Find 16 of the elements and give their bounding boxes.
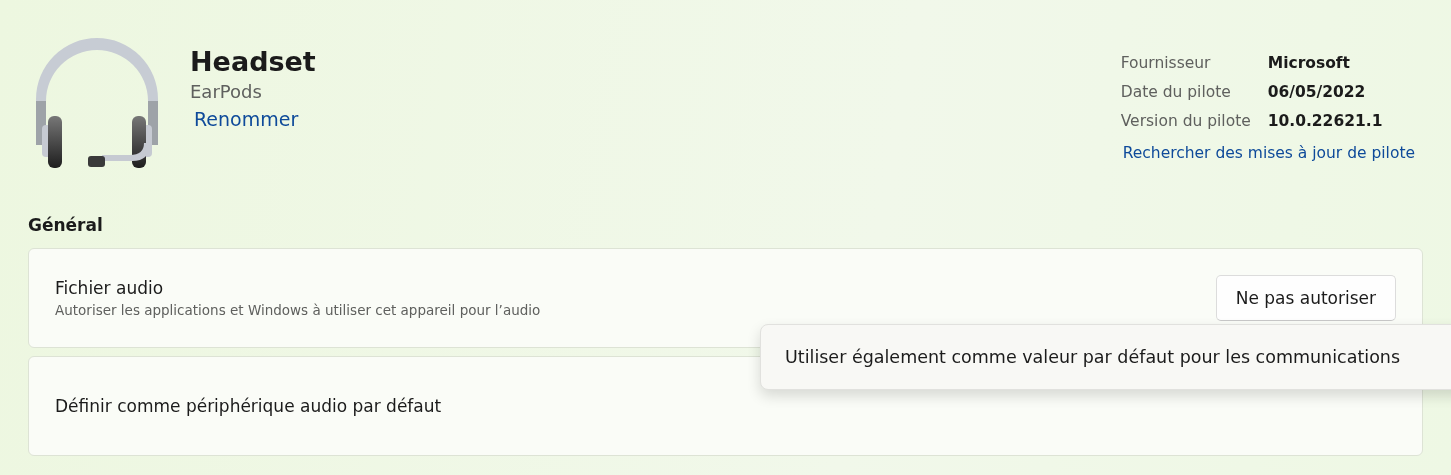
info-value: 10.0.22621.1	[1267, 111, 1384, 132]
device-name: Headset	[190, 45, 316, 79]
info-label: Date du pilote	[1120, 82, 1232, 103]
info-label: Version du pilote	[1120, 111, 1252, 132]
setting-title: Définir comme périphérique audio par défaut	[55, 395, 442, 418]
disallow-button[interactable]: Ne pas autoriser	[1215, 275, 1396, 321]
driver-update-link[interactable]: Rechercher des mises à jour de pilote	[1120, 139, 1415, 167]
device-model: EarPods	[190, 80, 263, 104]
section-heading: Général	[28, 214, 104, 236]
info-value: Microsoft	[1267, 53, 1351, 74]
menu-item[interactable]: Utiliser également comme valeur par défaut pour les communications	[785, 347, 1401, 367]
rename-link[interactable]: Renommer	[190, 105, 316, 133]
setting-title: Fichier audio	[55, 277, 165, 300]
setting-description: Autoriser les applications et Windows à utiliser cet appareil pour l’audio	[55, 301, 541, 320]
info-label: Fournisseur	[1120, 53, 1212, 74]
info-value: 06/05/2022	[1267, 82, 1367, 103]
